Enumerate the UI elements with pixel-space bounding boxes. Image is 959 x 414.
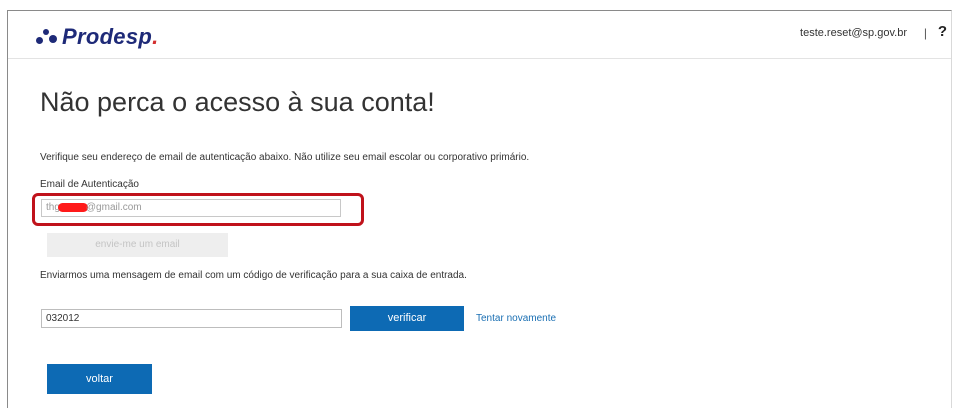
logo-mark-icon	[34, 26, 60, 48]
send-email-button[interactable]: envie-me um email	[47, 233, 228, 257]
logo-text: Prodesp.	[62, 24, 159, 49]
prodesp-logo[interactable]: Prodesp.	[34, 24, 159, 50]
auth-email-label: Email de Autenticação	[40, 179, 139, 190]
sent-message: Enviarmos uma mensagem de email com um c…	[40, 270, 467, 281]
highlight-box	[32, 193, 364, 226]
help-icon[interactable]: ?	[938, 23, 947, 40]
page-title: Não perca o acesso à sua conta!	[40, 87, 435, 117]
instructions-text: Verifique seu endereço de email de auten…	[40, 152, 530, 163]
logo-dot: .	[152, 24, 159, 49]
retry-link[interactable]: Tentar novamente	[476, 313, 556, 324]
user-email: teste.reset@sp.gov.br	[800, 27, 907, 39]
header-separator: |	[923, 26, 927, 40]
header-bar: Prodesp. teste.reset@sp.gov.br | ?	[8, 11, 951, 59]
verify-button[interactable]: verificar	[350, 306, 464, 331]
verification-code-input[interactable]: 032012	[41, 309, 342, 328]
page-frame: Prodesp. teste.reset@sp.gov.br | ? Não p…	[7, 10, 952, 408]
back-button[interactable]: voltar	[47, 364, 152, 394]
